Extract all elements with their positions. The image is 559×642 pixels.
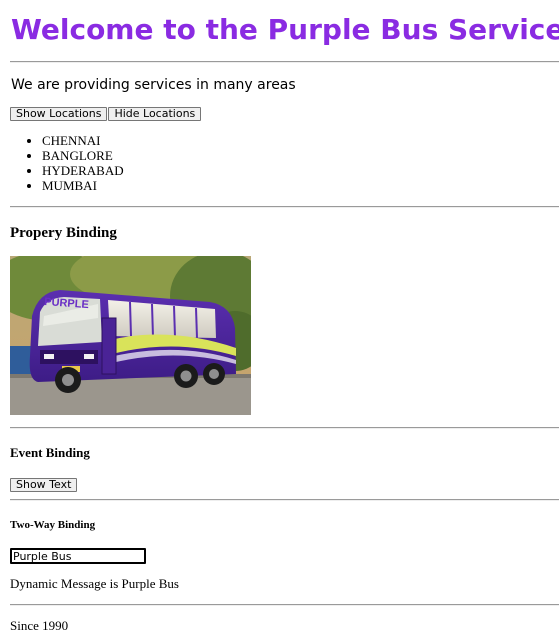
dynamic-message: Dynamic Message is Purple Bus <box>10 576 179 591</box>
divider <box>10 427 559 429</box>
locations-list: CHENNAI BANGLORE HYDERABAD MUMBAI <box>10 133 124 193</box>
property-binding-heading: Propery Binding <box>10 225 117 241</box>
show-locations-button[interactable]: Show Locations <box>10 107 108 121</box>
location-buttons: Show Locations Hide Locations <box>10 107 202 121</box>
since-text: Since 1990 <box>10 618 69 633</box>
location-item-chennai: CHENNAI <box>42 133 124 148</box>
bus-name-input[interactable] <box>10 548 146 564</box>
divider <box>10 206 559 208</box>
show-text-button[interactable]: Show Text <box>10 478 78 492</box>
page-title: Welcome to the Purple Bus Services <box>11 13 559 46</box>
divider <box>10 604 559 606</box>
hide-locations-button[interactable]: Hide Locations <box>108 107 202 121</box>
event-binding-heading: Event Binding <box>10 445 90 460</box>
bus-image: PURPLE <box>10 256 251 415</box>
location-item-hyderabad: HYDERABAD <box>42 163 124 178</box>
two-way-binding-heading: Two-Way Binding <box>10 519 96 531</box>
location-item-banglore: BANGLORE <box>42 148 124 163</box>
divider <box>10 61 559 63</box>
intro-text: We are providing services in many areas <box>11 77 296 93</box>
divider <box>10 499 559 501</box>
location-item-mumbai: MUMBAI <box>42 178 124 193</box>
